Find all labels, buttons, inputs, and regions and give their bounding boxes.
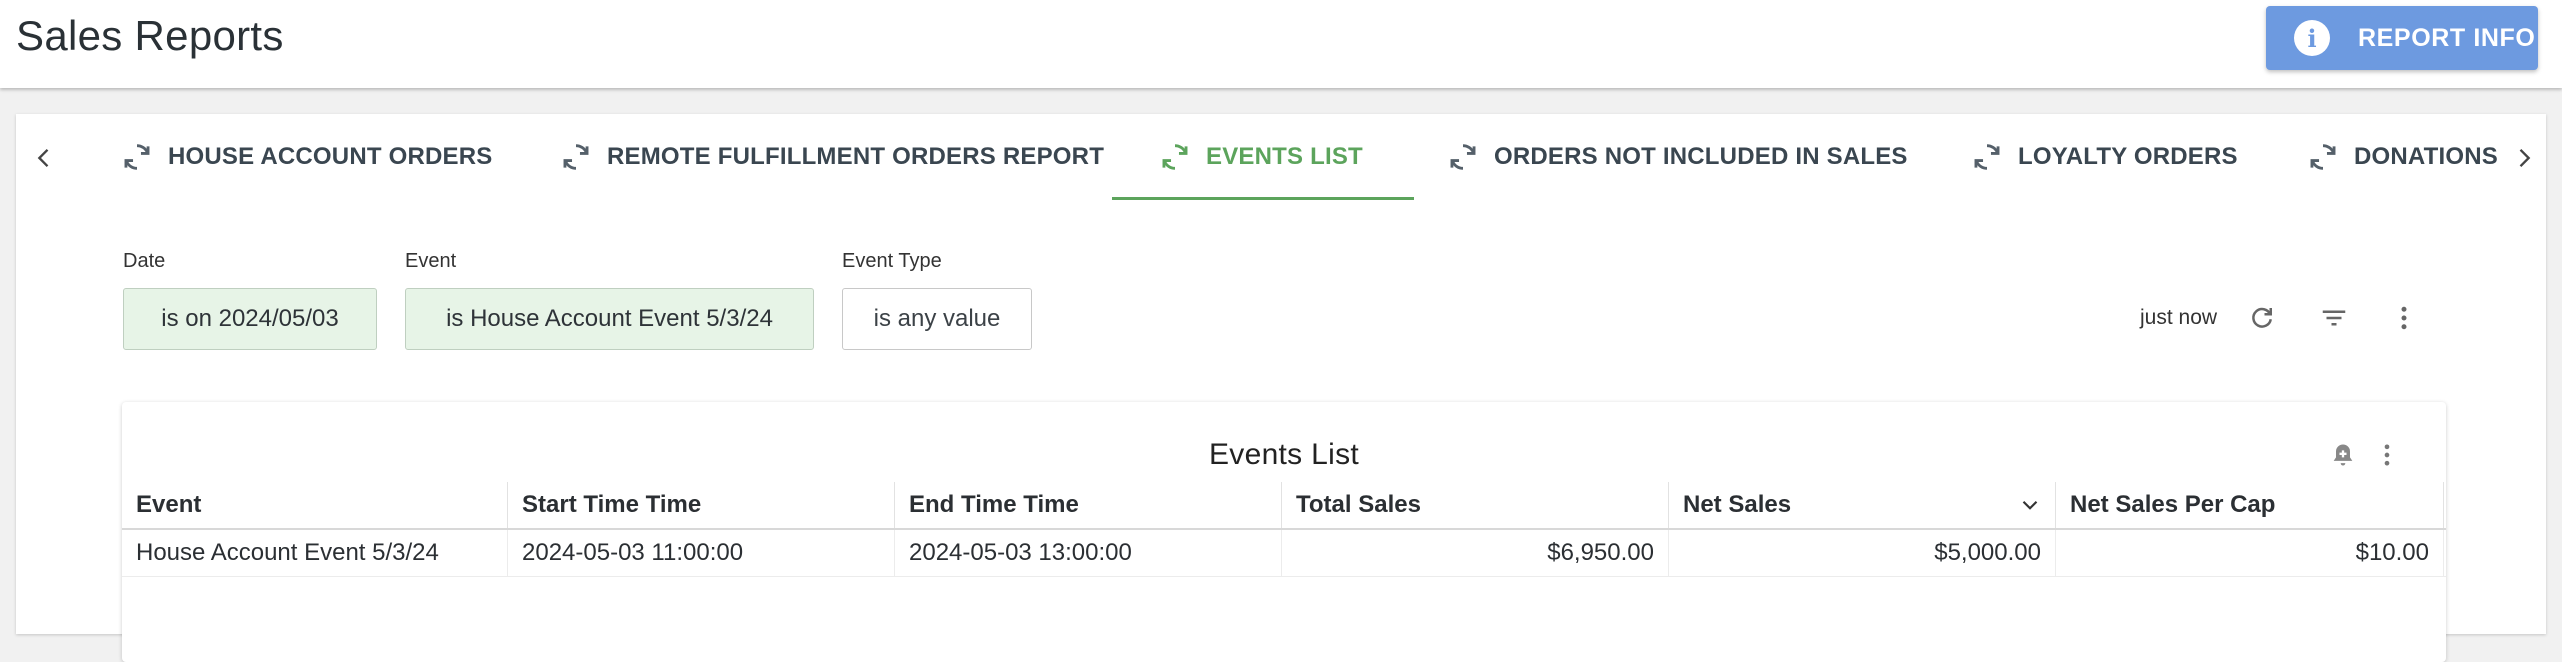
table-cell-net-sales-per-cap: $10.00 xyxy=(2056,530,2444,576)
column-header-label: Net Sales Per Cap xyxy=(2070,491,2276,518)
refresh-icon xyxy=(124,144,150,170)
info-icon: i xyxy=(2294,20,2330,56)
more-vert-icon xyxy=(2384,444,2390,466)
filter-event[interactable]: is House Account Event 5/3/24 xyxy=(405,288,814,350)
tabs-scroll-right-button[interactable] xyxy=(2504,138,2544,178)
filter-toggle-button[interactable] xyxy=(2316,300,2352,336)
last-updated-text: just now xyxy=(2140,306,2218,329)
tab-donations[interactable]: DONATIONS xyxy=(2306,114,2498,200)
report-info-button[interactable]: i REPORT INFO xyxy=(2266,6,2538,70)
tile-title: Events List xyxy=(1208,438,1360,471)
refresh-icon xyxy=(1450,144,1476,170)
report-card: HOUSE ACCOUNT ORDERS REMOTE FULFILLMENT … xyxy=(16,114,2546,662)
table-cell-net-sales: $5,000.00 xyxy=(1669,530,2056,576)
filter-event-type[interactable]: is any value xyxy=(842,288,1032,350)
refresh-icon xyxy=(1162,144,1188,170)
tab-label: ORDERS NOT INCLUDED IN SALES xyxy=(1494,143,1908,170)
table-cell-end-time: 2024-05-03 13:00:00 xyxy=(895,530,1282,576)
filter-icon xyxy=(2322,310,2346,326)
tabs-scroll-left-button[interactable] xyxy=(24,138,64,178)
report-info-label: REPORT INFO xyxy=(2358,23,2536,52)
column-header-label: Total Sales xyxy=(1296,491,1421,518)
tab-loyalty-orders[interactable]: LOYALTY ORDERS xyxy=(1970,114,2238,200)
tile-menu-button[interactable] xyxy=(2370,438,2404,472)
chevron-down-icon xyxy=(2022,500,2038,510)
page-title: Sales Reports xyxy=(16,12,284,59)
reload-button[interactable] xyxy=(2244,300,2280,336)
filter-label-date: Date xyxy=(123,250,166,272)
dashboard-menu-button[interactable] xyxy=(2386,300,2422,336)
column-header-total-sales[interactable]: Total Sales xyxy=(1282,482,1669,528)
filter-label-event: Event xyxy=(405,250,457,272)
column-header-label: Event xyxy=(136,491,202,518)
column-header-label: End Time Time xyxy=(909,491,1079,518)
column-header-start-time[interactable]: Start Time Time xyxy=(508,482,895,528)
column-header-event[interactable]: Event xyxy=(122,482,508,528)
column-header-label: Net Sales xyxy=(1683,491,1792,518)
column-header-end-time[interactable]: End Time Time xyxy=(895,482,1282,528)
chevron-right-icon xyxy=(2519,149,2531,167)
refresh-icon xyxy=(1974,144,2000,170)
tab-label: LOYALTY ORDERS xyxy=(2018,143,2238,170)
tab-label: HOUSE ACCOUNT ORDERS xyxy=(168,143,493,170)
tab-orders-not-included-in-sales[interactable]: ORDERS NOT INCLUDED IN SALES xyxy=(1446,114,1908,200)
tab-events-list[interactable]: EVENTS LIST xyxy=(1158,114,1363,200)
active-tab-indicator xyxy=(1112,197,1414,200)
tab-label: EVENTS LIST xyxy=(1206,143,1363,170)
events-list-tile: Events List Event Start Time Time End Ti… xyxy=(122,402,2446,662)
app-header: Sales Reports i REPORT INFO xyxy=(0,0,2562,88)
column-header-label: Start Time Time xyxy=(522,491,702,518)
more-vert-icon xyxy=(2401,306,2407,330)
table-cell-start-time: 2024-05-03 11:00:00 xyxy=(508,530,895,576)
table-row-divider xyxy=(122,576,2446,577)
table-cell-event: House Account Event 5/3/24 xyxy=(122,530,508,576)
refresh-icon xyxy=(2310,144,2336,170)
tab-house-account-orders[interactable]: HOUSE ACCOUNT ORDERS xyxy=(120,114,492,200)
tab-remote-fulfillment-orders-report[interactable]: REMOTE FULFILLMENT ORDERS REPORT xyxy=(559,114,1104,200)
tab-label: DONATIONS xyxy=(2354,143,2499,170)
tab-label: REMOTE FULFILLMENT ORDERS REPORT xyxy=(607,143,1105,170)
chevron-left-icon xyxy=(37,149,49,167)
table-cell-total-sales: $6,950.00 xyxy=(1282,530,1669,576)
column-header-net-sales[interactable]: Net Sales xyxy=(1669,482,2056,528)
filter-date[interactable]: is on 2024/05/03 xyxy=(123,288,377,350)
alert-bell-icon xyxy=(2333,444,2353,466)
refresh-icon xyxy=(2252,307,2272,328)
filter-label-event-type: Event Type xyxy=(842,250,942,272)
column-header-net-sales-per-cap[interactable]: Net Sales Per Cap xyxy=(2056,482,2444,528)
refresh-icon xyxy=(563,144,589,170)
alerts-button[interactable] xyxy=(2326,438,2360,472)
